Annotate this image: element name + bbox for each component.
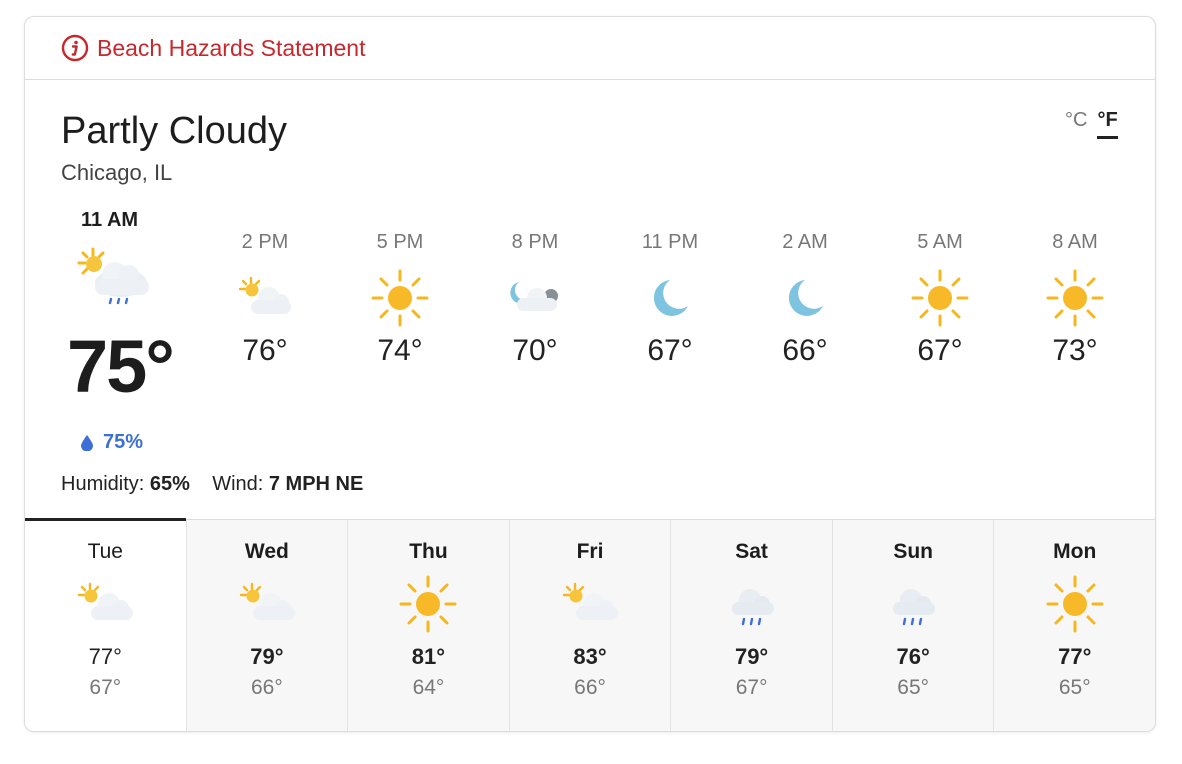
day-low: 64°: [412, 676, 445, 699]
daily-forecast: Tue 77° 67° Wed 79° 66° Thu 81° 64° Fri …: [25, 518, 1155, 731]
sun-icon: [911, 269, 969, 327]
partly-cloudy-rain-icon: [77, 247, 149, 305]
day-tab-fri[interactable]: Fri 83° 66°: [508, 520, 671, 731]
hourly-item: 5 PM 74°: [345, 231, 455, 368]
hour-time: 11 PM: [641, 231, 699, 253]
rain-icon: [731, 589, 774, 626]
hour-temperature: 76°: [242, 334, 288, 367]
unit-celsius[interactable]: °C: [1065, 109, 1087, 139]
day-tab-thu[interactable]: Thu 81° 64°: [347, 520, 509, 731]
hour-time: 5 PM: [376, 231, 424, 253]
humidity-value: 65%: [149, 473, 190, 495]
hourly-item: 8 AM 73°: [1020, 231, 1130, 368]
hour-temperature: 67°: [917, 334, 963, 367]
humidity-label: Humidity:: [61, 473, 145, 495]
sun-icon: [1046, 269, 1104, 327]
hourly-item: 2 AM 66°: [750, 231, 860, 368]
day-low: 65°: [1058, 676, 1091, 699]
current-temperature: 75°: [67, 325, 175, 408]
sun-icon: [1046, 575, 1104, 633]
hour-time: 2 PM: [241, 231, 289, 253]
location-label: Chicago, IL: [61, 160, 173, 185]
night-cloudy-icon: [510, 282, 558, 311]
info-icon: [61, 34, 89, 62]
day-high: 77°: [88, 644, 122, 669]
hour-time: 8 PM: [511, 231, 559, 253]
wind-value: 7 MPH NE: [268, 473, 364, 495]
moon-icon: [653, 280, 688, 316]
hour-time: 5 AM: [917, 231, 963, 253]
hour-temperature: 70°: [512, 334, 558, 367]
unit-toggle: °C °F: [1065, 109, 1118, 139]
day-tab-mon[interactable]: Mon 77° 65°: [993, 520, 1155, 731]
day-high: 79°: [250, 644, 284, 669]
day-high: 77°: [1058, 644, 1092, 669]
day-name: Fri: [576, 540, 604, 563]
day-high: 76°: [896, 644, 930, 669]
day-low: 67°: [89, 676, 122, 699]
day-name: Sat: [735, 540, 768, 563]
day-name: Sun: [893, 540, 934, 563]
day-high: 81°: [411, 644, 446, 669]
precipitation-value: 75%: [103, 431, 144, 453]
precipitation-chance: 75%: [81, 431, 143, 454]
day-tab-sat[interactable]: Sat 79° 67°: [670, 520, 832, 731]
hour-temperature: 73°: [1052, 334, 1098, 367]
hourly-item: 11 PM 67°: [615, 231, 725, 368]
day-high: 79°: [734, 644, 769, 669]
day-low: 66°: [250, 676, 283, 699]
condition-title: Partly Cloudy: [61, 110, 287, 152]
day-low: 67°: [735, 676, 768, 699]
sun-icon: [399, 575, 457, 633]
hourly-item: 8 PM 70°: [480, 231, 590, 368]
partly-cloudy-icon: [239, 582, 295, 620]
current-time: 11 AM: [81, 209, 139, 231]
hour-temperature: 67°: [647, 334, 693, 367]
partly-cloudy-icon: [78, 582, 134, 620]
day-high: 83°: [573, 644, 607, 669]
wind-label: Wind:: [212, 473, 264, 495]
hour-time: 2 AM: [782, 231, 828, 253]
raindrop-icon: [81, 434, 93, 451]
sun-icon: [371, 269, 429, 327]
day-tab-wed[interactable]: Wed 79° 66°: [185, 520, 348, 731]
day-name: Mon: [1053, 540, 1097, 563]
day-name: Thu: [409, 540, 448, 563]
day-tab-sun[interactable]: Sun 76° 65°: [831, 520, 994, 731]
weather-card: Beach Hazards Statement Partly Cloudy Ch…: [24, 16, 1156, 732]
day-low: 66°: [574, 676, 606, 699]
alert-text[interactable]: Beach Hazards Statement: [97, 34, 365, 62]
partly-cloudy-icon: [562, 582, 619, 620]
hourly-item: 5 AM 67°: [885, 231, 995, 368]
partly-cloudy-icon: [238, 276, 291, 314]
unit-fahrenheit[interactable]: °F: [1097, 109, 1118, 139]
hour-temperature: 74°: [377, 334, 423, 367]
weather-stats: Humidity: 65% Wind: 7 MPH NE: [61, 473, 363, 496]
hourly-item: 2 PM 76°: [210, 231, 320, 368]
day-name: Tue: [87, 540, 123, 563]
hour-time: 8 AM: [1052, 231, 1098, 253]
day-tab-tue[interactable]: Tue 77° 67°: [25, 518, 186, 731]
day-name: Wed: [244, 540, 289, 563]
moon-icon: [788, 280, 823, 316]
hour-temperature: 66°: [782, 334, 828, 367]
rain-icon: [893, 589, 936, 626]
alert-banner[interactable]: Beach Hazards Statement: [25, 17, 1155, 80]
day-low: 65°: [897, 676, 930, 699]
